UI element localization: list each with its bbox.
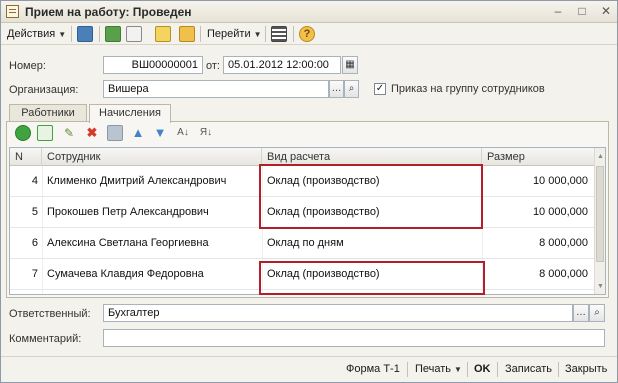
- employee-cell[interactable]: Клименко Дмитрий Александрович: [47, 166, 259, 197]
- group-order-checkbox[interactable]: ✓: [374, 83, 386, 95]
- command-divider: [558, 362, 559, 377]
- row-number: 5: [31, 206, 38, 218]
- maximize-icon[interactable]: □: [575, 4, 589, 18]
- post-icon[interactable]: [105, 26, 121, 42]
- calc-type-cell[interactable]: Оклад по дням: [267, 228, 479, 259]
- command-divider: [407, 362, 408, 377]
- amount-cell[interactable]: 8 000,000: [486, 228, 588, 259]
- employee-cell[interactable]: Прокошев Петр Александрович: [47, 197, 259, 228]
- row-number: 4: [31, 175, 38, 187]
- number-label: Номер:: [9, 60, 46, 72]
- chevron-down-icon: ▼: [58, 30, 67, 39]
- ellipsis-icon[interactable]: …: [573, 304, 589, 322]
- amount-cell[interactable]: 10 000,000: [486, 166, 588, 197]
- amount-cell[interactable]: 8 000,000: [486, 259, 588, 290]
- comment-field[interactable]: [103, 329, 605, 347]
- calendar-icon[interactable]: ▦: [342, 56, 358, 74]
- form-t1-button[interactable]: Форма Т-1: [346, 363, 400, 375]
- move-down-icon[interactable]: ▼: [152, 125, 168, 141]
- toolbar-divider: [71, 26, 72, 42]
- move-up-icon[interactable]: ▲: [130, 125, 146, 141]
- chevron-down-icon: ▼: [253, 30, 262, 39]
- date-field[interactable]: 05.01.2012 12:00:00: [223, 56, 341, 74]
- close-icon[interactable]: ✕: [599, 4, 613, 18]
- document-window: Прием на работу: Проведен – □ ✕ Действия…: [0, 0, 618, 383]
- ok-button[interactable]: OK: [474, 363, 491, 375]
- toolbar-divider: [99, 26, 100, 42]
- sort-asc-icon[interactable]: A↓: [175, 125, 191, 141]
- scroll-up-icon[interactable]: ▲: [596, 152, 605, 161]
- scroll-thumb[interactable]: [596, 166, 604, 262]
- toolbar: Действия ▼ Перейти ▼ ?: [1, 23, 617, 45]
- toolbar-divider: [293, 26, 294, 42]
- minimize-icon[interactable]: –: [551, 4, 565, 18]
- row-number: 7: [31, 268, 38, 280]
- chevron-down-icon: ▼: [454, 365, 462, 374]
- list-icon[interactable]: [271, 26, 287, 42]
- responsible-label: Ответственный:: [9, 308, 91, 320]
- delete-row-icon[interactable]: ✖: [84, 125, 100, 141]
- window-title: Прием на работу: Проведен: [25, 5, 192, 19]
- movements-icon[interactable]: [179, 26, 195, 42]
- ellipsis-icon[interactable]: …: [329, 80, 344, 98]
- organization-field[interactable]: Вишера: [103, 80, 329, 98]
- print-label: Печать: [415, 363, 452, 375]
- sort-desc-icon[interactable]: Я↓: [198, 125, 214, 141]
- toolbar-divider: [265, 26, 266, 42]
- command-bar: Форма Т-1 Печать ▼ OK Записать Закрыть: [1, 356, 617, 382]
- help-icon[interactable]: ?: [299, 26, 315, 42]
- add-row-icon[interactable]: [15, 125, 31, 141]
- save-icon[interactable]: [77, 26, 93, 42]
- highlight-frame: [259, 164, 483, 229]
- close-button[interactable]: Закрыть: [565, 363, 607, 375]
- goto-menu[interactable]: Перейти ▼: [207, 26, 262, 42]
- document-icon: [6, 5, 19, 18]
- amount-cell[interactable]: 10 000,000: [486, 197, 588, 228]
- command-divider: [497, 362, 498, 377]
- number-field[interactable]: ВШ00000001: [103, 56, 203, 74]
- table-scrollbar[interactable]: ▲ ▼: [594, 148, 605, 294]
- row-number: 6: [31, 237, 38, 249]
- search-icon[interactable]: ⌕: [344, 80, 359, 98]
- column-header-n[interactable]: N: [10, 148, 42, 166]
- copy-row-icon[interactable]: [37, 125, 53, 141]
- responsible-field[interactable]: Бухгалтер: [103, 304, 573, 322]
- table-row[interactable]: 6 Алексина Светлана Георгиевна Оклад по …: [10, 228, 596, 259]
- employee-cell[interactable]: Сумачева Клавдия Федоровна: [47, 259, 259, 290]
- title-bar: Прием на работу: Проведен – □ ✕: [1, 1, 617, 23]
- end-edit-icon[interactable]: [107, 125, 123, 141]
- search-icon[interactable]: ⌕: [589, 304, 605, 322]
- actions-menu[interactable]: Действия ▼: [7, 26, 66, 42]
- actions-label: Действия: [7, 28, 56, 40]
- tab-workers[interactable]: Работники: [9, 104, 87, 122]
- comment-label: Комментарий:: [9, 333, 82, 345]
- date-from-label: от:: [206, 60, 220, 72]
- structure-icon[interactable]: [155, 26, 171, 42]
- print-menu[interactable]: Печать ▼: [415, 363, 462, 375]
- save-button[interactable]: Записать: [505, 363, 552, 375]
- highlight-frame: [259, 261, 485, 295]
- column-header-amount[interactable]: Размер: [482, 148, 596, 166]
- copy-document-icon[interactable]: [126, 26, 142, 42]
- employee-cell[interactable]: Алексина Светлана Георгиевна: [47, 228, 259, 259]
- goto-label: Перейти: [207, 28, 251, 40]
- command-divider: [467, 362, 468, 377]
- column-header-employee[interactable]: Сотрудник: [42, 148, 262, 166]
- tab-accruals[interactable]: Начисления: [89, 104, 171, 123]
- toolbar-divider: [200, 26, 201, 42]
- group-order-label: Приказ на группу сотрудников: [391, 83, 545, 95]
- organization-label: Организация:: [9, 84, 79, 96]
- scroll-down-icon[interactable]: ▼: [596, 282, 605, 291]
- edit-row-icon[interactable]: ✎: [61, 125, 77, 141]
